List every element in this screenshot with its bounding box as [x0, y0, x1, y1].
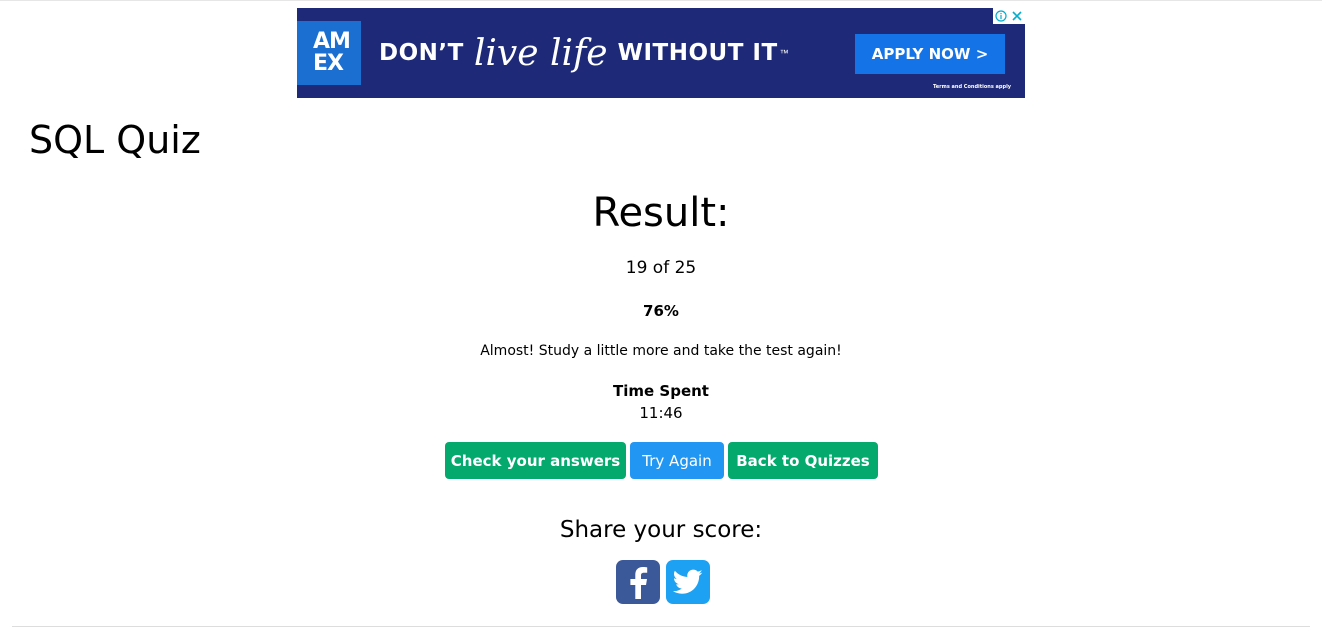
close-icon[interactable]	[1009, 8, 1025, 24]
time-spent-value: 11:46	[639, 404, 683, 422]
try-again-button[interactable]: Try Again	[630, 442, 724, 479]
ad-headline: DON’T live life WITHOUT IT ™	[379, 32, 789, 74]
amex-logo: AM EX	[297, 21, 361, 85]
score-text: 19 of 25	[625, 258, 697, 278]
share-buttons	[616, 560, 710, 604]
back-to-quizzes-button[interactable]: Back to Quizzes	[728, 442, 878, 479]
ad-terms: Terms and Conditions apply	[933, 84, 1012, 90]
result-heading: Result:	[592, 190, 730, 236]
ad-headline-script: live life	[473, 32, 608, 74]
facebook-icon[interactable]	[616, 560, 660, 604]
ad-headline-part2: WITHOUT IT	[617, 40, 778, 66]
share-heading: Share your score:	[559, 517, 763, 543]
time-spent-label: Time Spent	[613, 382, 709, 400]
check-answers-button[interactable]: Check your answers	[445, 442, 626, 479]
top-divider	[0, 0, 1322, 1]
result-message: Almost! Study a little more and take the…	[480, 343, 842, 359]
bottom-divider	[12, 626, 1310, 627]
info-icon[interactable]	[993, 8, 1009, 24]
ad-banner[interactable]: AM EX DON’T live life WITHOUT IT ™ APPLY…	[297, 8, 1025, 98]
score-percent: 76%	[643, 302, 679, 320]
ad-headline-part1: DON’T	[379, 40, 464, 66]
page-title: SQL Quiz	[29, 118, 201, 162]
ad-trademark: ™	[779, 48, 789, 58]
result-actions: Check your answers Try Again Back to Qui…	[445, 442, 878, 479]
ad-apply-now-button[interactable]: APPLY NOW >	[855, 34, 1005, 74]
twitter-icon[interactable]	[666, 560, 710, 604]
